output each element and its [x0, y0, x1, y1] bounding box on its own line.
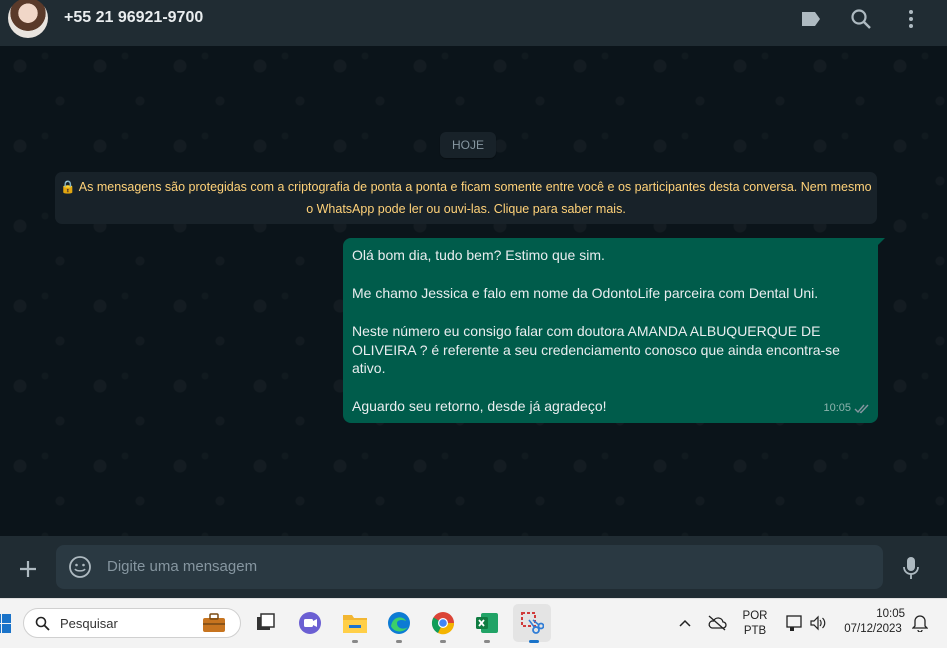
- message-line: OLIVEIRA ? é referente a seu credenciame…: [352, 341, 840, 358]
- chevron-up-icon: [679, 619, 691, 627]
- attach-button[interactable]: [14, 555, 42, 583]
- message-line: Me chamo Jessica e falo em nome da Odont…: [352, 285, 819, 302]
- message-meta: 10:05: [823, 399, 870, 418]
- snipping-tool-button[interactable]: [518, 609, 546, 637]
- taskbar-search[interactable]: Pesquisar: [23, 608, 241, 638]
- chat-area[interactable]: HOJE 🔒 As mensagens são protegidas com a…: [0, 46, 947, 536]
- bubble-tail: [877, 238, 885, 246]
- mic-button[interactable]: [898, 554, 924, 582]
- running-indicator: [396, 640, 402, 643]
- snipping-tool-icon: [521, 612, 544, 634]
- keyboard-layout: PTB: [743, 625, 767, 637]
- contact-name[interactable]: +55 21 96921-9700: [64, 9, 203, 27]
- taskbar: Pesquisar POR PTB 10:05 07/12/2023: [0, 598, 947, 648]
- ethernet-icon: [786, 615, 802, 631]
- task-view-icon: [257, 613, 275, 630]
- briefcase-icon: [203, 613, 225, 632]
- message-input[interactable]: Digite uma mensagem: [56, 545, 883, 589]
- menu-icon[interactable]: [898, 6, 924, 32]
- running-indicator: [352, 640, 358, 643]
- label-icon[interactable]: [798, 6, 824, 32]
- running-indicator: [484, 640, 490, 643]
- message-time: 10:05: [823, 402, 851, 415]
- folder-icon: [343, 615, 367, 633]
- encryption-notice[interactable]: 🔒 As mensagens são protegidas com a crip…: [55, 172, 877, 224]
- bell-icon: [912, 615, 928, 632]
- onedrive-button[interactable]: [703, 609, 731, 637]
- clock[interactable]: 10:05 07/12/2023: [836, 608, 910, 635]
- message-line: Aguardo seu retorno, desde já agradeço!: [352, 398, 607, 415]
- clock-time: 10:05: [876, 608, 905, 620]
- file-explorer-button[interactable]: [341, 609, 369, 637]
- encryption-notice-line1: 🔒 As mensagens são protegidas com a crip…: [60, 180, 872, 194]
- clock-date: 07/12/2023: [844, 623, 902, 635]
- contact-avatar[interactable]: [8, 0, 48, 38]
- running-indicator: [440, 640, 446, 643]
- search-icon[interactable]: [848, 6, 874, 32]
- task-view-button[interactable]: [252, 609, 280, 637]
- message-line: Olá bom dia, tudo bem? Estimo que sim.: [352, 247, 605, 263]
- excel-button[interactable]: [473, 609, 501, 637]
- emoji-button[interactable]: [68, 555, 92, 579]
- emoji-icon: [69, 556, 91, 578]
- language-indicator[interactable]: POR PTB: [739, 610, 771, 637]
- message-line: ativo.: [352, 360, 386, 377]
- composer-bar: Digite uma mensagem: [0, 536, 947, 598]
- language-code: POR: [742, 610, 768, 622]
- search-placeholder: Pesquisar: [60, 616, 118, 631]
- speaker-icon: [810, 615, 826, 631]
- mic-icon: [903, 557, 919, 579]
- message-line: Neste número eu consigo falar com doutor…: [352, 323, 821, 340]
- volume-button[interactable]: [804, 609, 832, 637]
- chrome-button[interactable]: [429, 609, 457, 637]
- running-indicator: [529, 640, 539, 643]
- plus-icon: [20, 561, 36, 577]
- chat-icon: [299, 612, 321, 634]
- input-placeholder: Digite uma mensagem: [107, 558, 258, 575]
- double-check-icon: [854, 404, 869, 414]
- start-button[interactable]: [0, 614, 12, 634]
- windows-icon: [0, 614, 11, 633]
- show-hidden-icons-button[interactable]: [671, 609, 699, 637]
- chat-header: +55 21 96921-9700: [0, 0, 947, 46]
- search-icon: [35, 616, 50, 631]
- cloud-offline-icon: [708, 615, 727, 631]
- edge-button[interactable]: [385, 609, 413, 637]
- notifications-button[interactable]: [906, 609, 934, 637]
- outgoing-message[interactable]: Olá bom dia, tudo bem? Estimo que sim. M…: [343, 238, 878, 423]
- teams-chat-button[interactable]: [296, 609, 324, 637]
- chrome-icon: [431, 612, 455, 635]
- excel-icon: [476, 613, 498, 633]
- encryption-notice-line2: o WhatsApp pode ler ou ouvi-las. Clique …: [306, 202, 626, 216]
- date-chip: HOJE: [440, 132, 497, 158]
- edge-icon: [388, 612, 410, 634]
